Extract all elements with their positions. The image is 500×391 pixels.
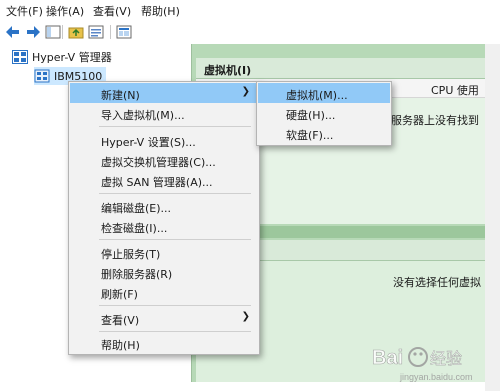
help-icon[interactable] bbox=[116, 24, 132, 40]
menu-separator bbox=[99, 305, 251, 306]
up-folder-icon[interactable] bbox=[68, 24, 84, 40]
menu-item-stop-service[interactable]: 停止服务(T) bbox=[70, 242, 258, 262]
menu-item-edit-disk[interactable]: 编辑磁盘(E)... bbox=[70, 196, 258, 216]
menu-item-help[interactable]: 帮助(H) bbox=[70, 333, 258, 353]
menu-separator bbox=[99, 126, 251, 127]
menu-item-remove-server[interactable]: 删除服务器(R) bbox=[70, 262, 258, 282]
menu-item-label: 软盘(F)... bbox=[286, 129, 334, 142]
menu-separator bbox=[99, 239, 251, 240]
menu-item-label: 虚拟交换机管理器(C)... bbox=[101, 156, 216, 169]
properties-icon[interactable] bbox=[88, 24, 104, 40]
menu-item-label: 编辑磁盘(E)... bbox=[101, 202, 172, 215]
svg-text:Bai: Bai bbox=[372, 347, 403, 369]
chevron-right-icon: ❯ bbox=[241, 86, 250, 97]
menu-action[interactable]: 操作(A) bbox=[46, 3, 84, 19]
column-cpu-usage[interactable]: CPU 使用 bbox=[431, 82, 479, 98]
new-submenu: 虚拟机(M)... 硬盘(H)... 软盘(F)... bbox=[256, 81, 392, 146]
menu-item-virtual-switch-manager[interactable]: 虚拟交换机管理器(C)... bbox=[70, 150, 258, 170]
vm-empty-message: 服务器上没有找到 bbox=[391, 114, 479, 127]
menu-item-label: 虚拟机(M)... bbox=[286, 89, 348, 102]
menu-item-refresh[interactable]: 刷新(F) bbox=[70, 282, 258, 302]
menu-file[interactable]: 文件(F) bbox=[6, 3, 43, 19]
menu-separator bbox=[99, 331, 251, 332]
svg-text:jingyan.baidu.com: jingyan.baidu.com bbox=[399, 372, 473, 382]
toolbar-separator bbox=[62, 25, 63, 39]
menu-item-label: 导入虚拟机(M)... bbox=[101, 109, 185, 122]
baidu-watermark-logo: Bai 经验 jingyan.baidu.com bbox=[372, 347, 473, 382]
menu-item-new[interactable]: 新建(N) ❯ bbox=[70, 83, 258, 103]
virtual-machines-title: 虚拟机(I) bbox=[204, 64, 252, 77]
menu-item-label: 帮助(H) bbox=[101, 339, 140, 352]
menu-item-label: 新建(N) bbox=[101, 89, 140, 102]
toolbar bbox=[0, 21, 500, 43]
menu-item-label: 停止服务(T) bbox=[101, 248, 161, 261]
tree-item-label: Hyper-V 管理器 bbox=[32, 51, 112, 64]
show-tree-icon[interactable] bbox=[45, 24, 61, 40]
submenu-item-virtual-machine[interactable]: 虚拟机(M)... bbox=[258, 83, 390, 103]
menu-item-label: 硬盘(H)... bbox=[286, 109, 336, 122]
menu-item-view[interactable]: 查看(V) ❯ bbox=[70, 308, 258, 328]
hyperv-manager-icon bbox=[12, 50, 28, 64]
context-menu: 新建(N) ❯ 导入虚拟机(M)... Hyper-V 设置(S)... 虚拟交… bbox=[68, 81, 260, 355]
menu-item-label: 删除服务器(R) bbox=[101, 268, 173, 281]
menu-help[interactable]: 帮助(H) bbox=[141, 3, 180, 19]
menu-item-inspect-disk[interactable]: 检查磁盘(I)... bbox=[70, 216, 258, 236]
menu-view[interactable]: 查看(V) bbox=[93, 3, 131, 19]
right-edge bbox=[485, 44, 500, 391]
menu-item-import-vm[interactable]: 导入虚拟机(M)... bbox=[70, 103, 258, 123]
details-empty-message: 没有选择任何虚拟 bbox=[393, 276, 481, 289]
forward-arrow-icon[interactable] bbox=[25, 24, 41, 40]
submenu-item-hard-disk[interactable]: 硬盘(H)... bbox=[258, 103, 390, 123]
menu-item-label: Hyper-V 设置(S)... bbox=[101, 136, 196, 149]
submenu-item-floppy-disk[interactable]: 软盘(F)... bbox=[258, 123, 390, 143]
server-icon bbox=[34, 69, 50, 83]
chevron-right-icon: ❯ bbox=[241, 311, 250, 322]
menu-item-label: 虚拟 SAN 管理器(A)... bbox=[101, 176, 213, 189]
tree-item-hyperv-manager[interactable]: Hyper-V 管理器 bbox=[12, 48, 112, 66]
menu-separator bbox=[99, 193, 251, 194]
menu-item-label: 刷新(F) bbox=[101, 288, 138, 301]
menu-item-virtual-san-manager[interactable]: 虚拟 SAN 管理器(A)... bbox=[70, 170, 258, 190]
virtual-machines-header: 虚拟机(I) bbox=[196, 58, 486, 79]
menu-item-hyperv-settings[interactable]: Hyper-V 设置(S)... bbox=[70, 130, 258, 150]
menu-item-label: 查看(V) bbox=[101, 314, 140, 327]
menu-bar: 文件(F) 操作(A) 查看(V) 帮助(H) bbox=[0, 0, 500, 20]
menu-item-label: 检查磁盘(I)... bbox=[101, 222, 168, 235]
svg-text:经验: 经验 bbox=[430, 349, 462, 368]
back-arrow-icon[interactable] bbox=[5, 24, 21, 40]
toolbar-separator bbox=[110, 25, 111, 39]
